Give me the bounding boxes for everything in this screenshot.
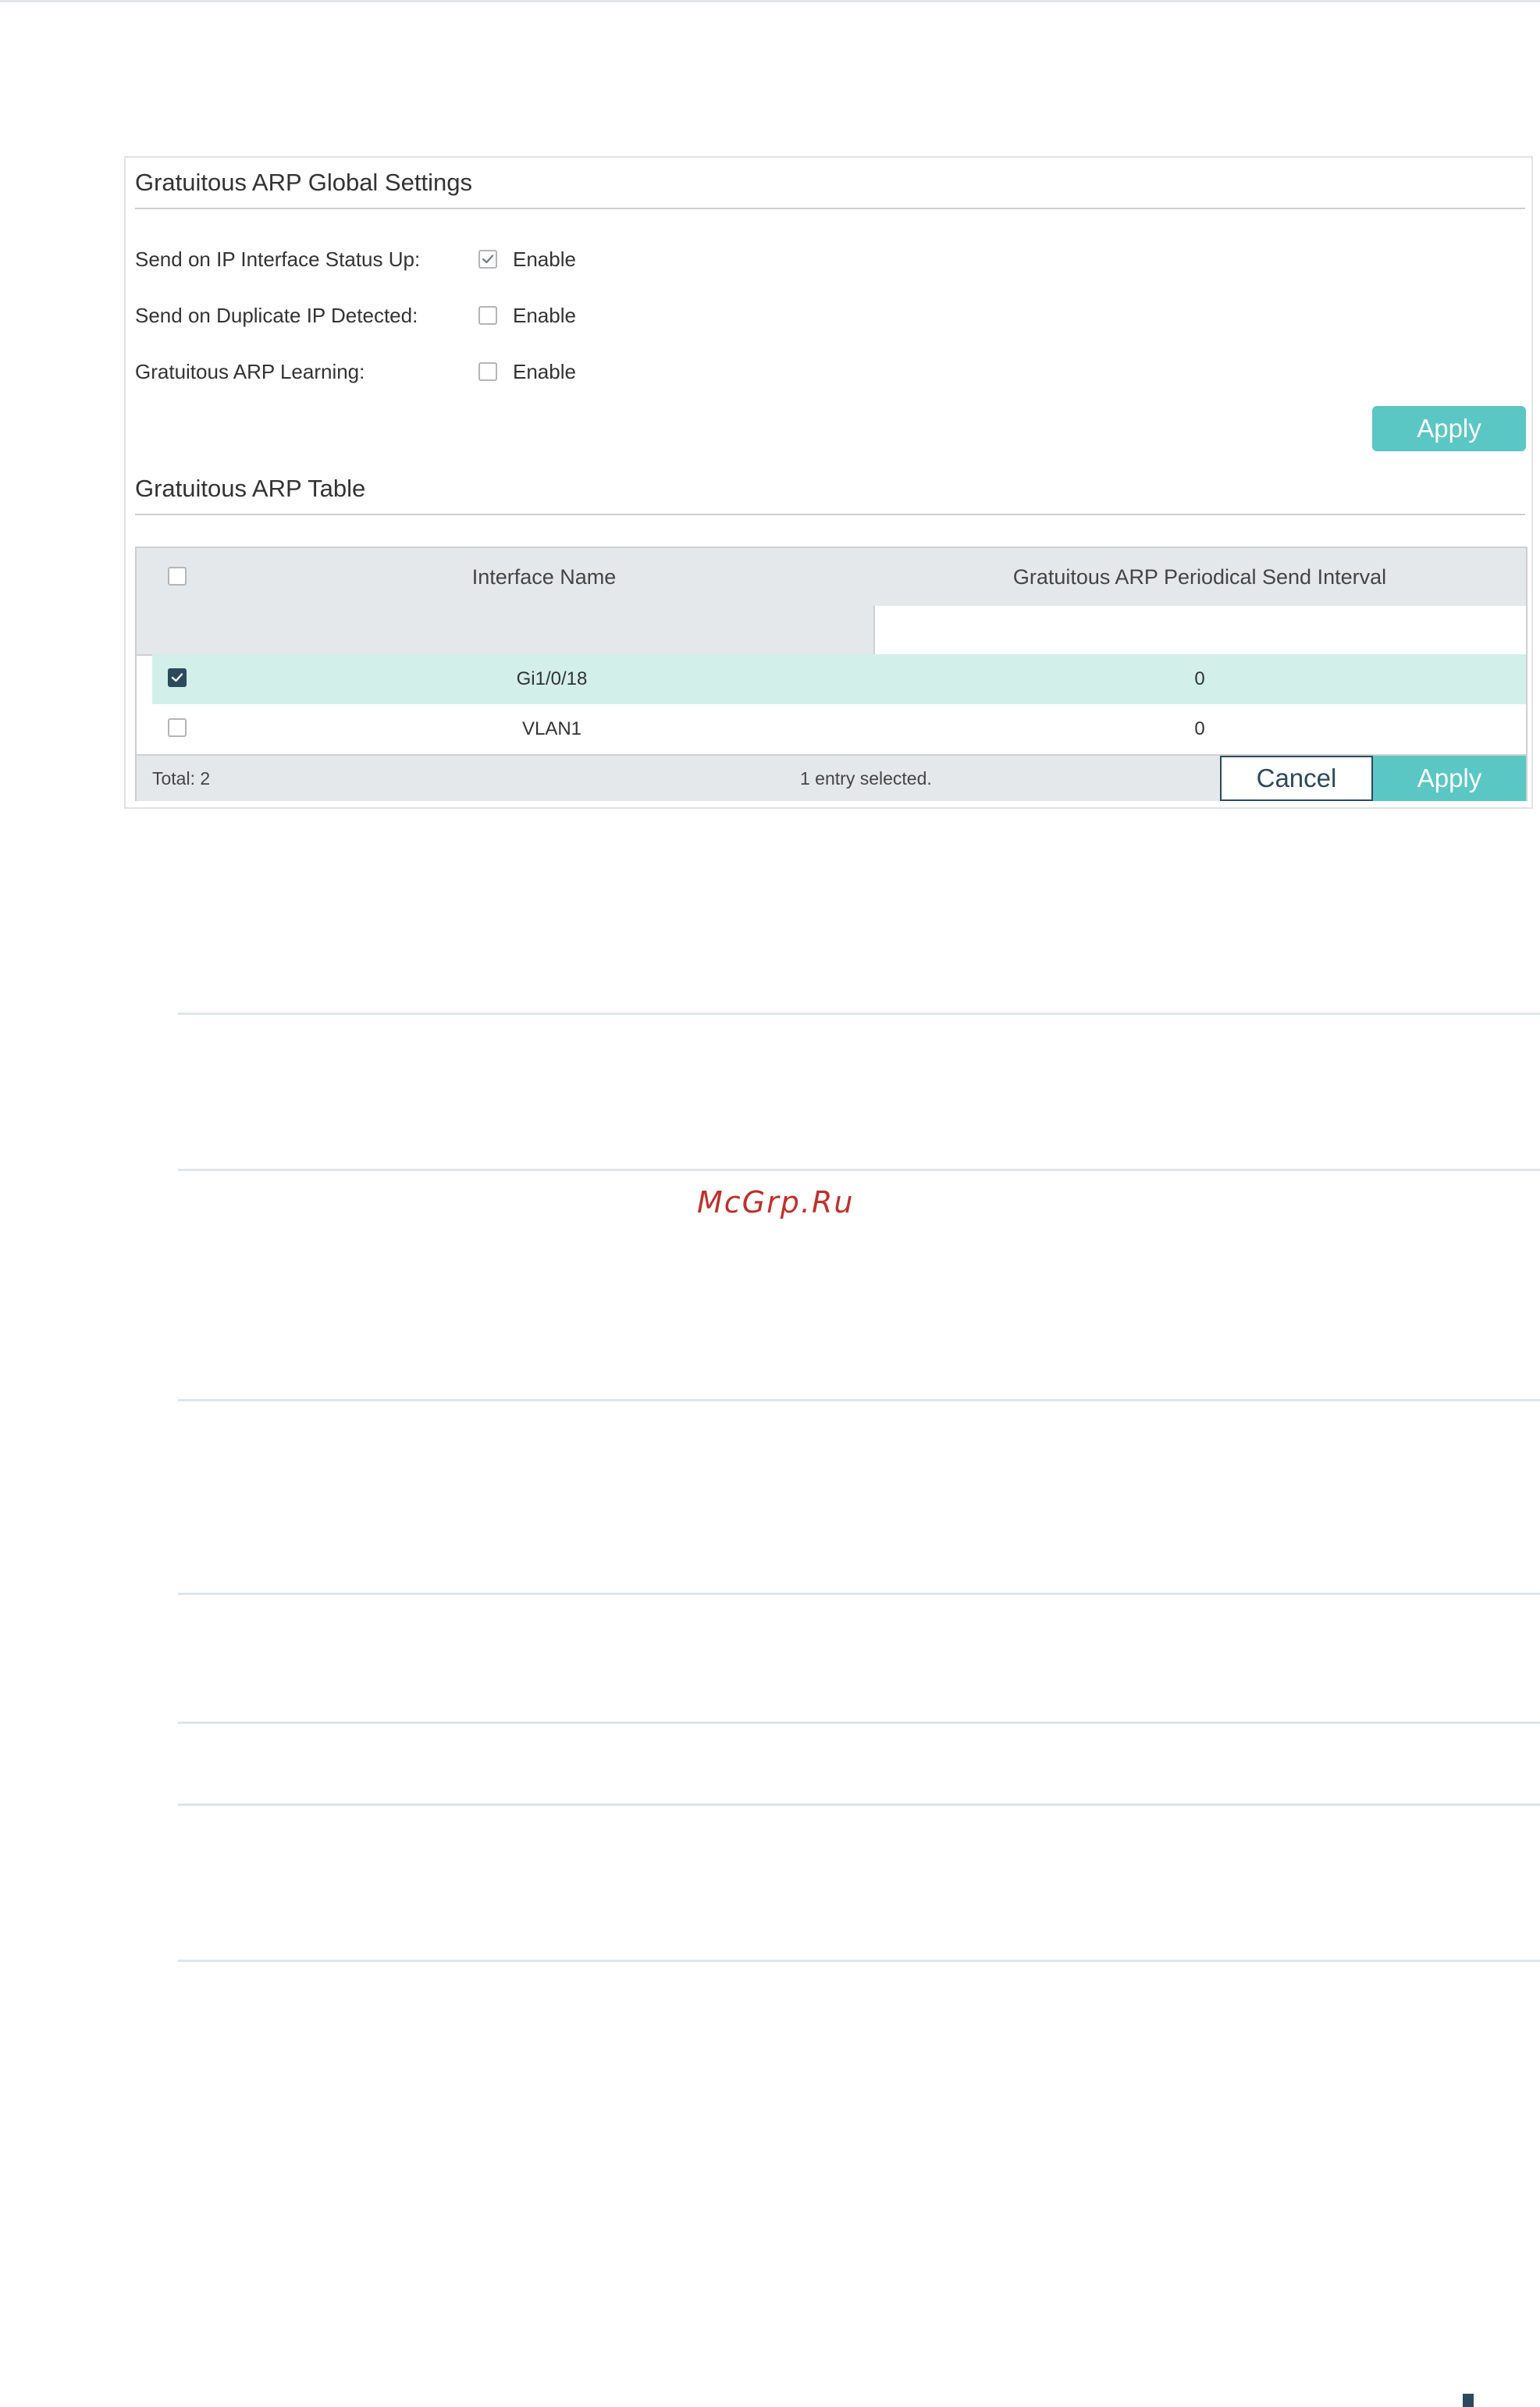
check-icon (482, 255, 494, 264)
global-settings-divider (135, 208, 1525, 209)
table-row[interactable]: Gi1/0/18 0 (152, 654, 1526, 704)
table-rule (178, 1803, 1540, 1806)
table-row[interactable]: VLAN1 0 (152, 704, 1526, 754)
send-interval-cell: 0 (1194, 718, 1205, 739)
setting-arp-learning: Gratuitous ARP Learning: Enable (135, 356, 681, 387)
send-on-duplicate-ip-checkbox[interactable] (478, 306, 497, 325)
column-interface-name[interactable]: Interface Name (137, 548, 951, 606)
selection-status: 1 entry selected. (800, 767, 932, 789)
table-cancel-button[interactable]: Cancel (1220, 756, 1373, 801)
watermark: McGrp.Ru (697, 1185, 855, 1220)
interface-name-cell: Gi1/0/18 (516, 668, 588, 689)
table-rule (178, 1013, 1540, 1015)
table-apply-button[interactable]: Apply (1373, 756, 1526, 801)
table-rule (178, 1399, 1540, 1401)
table-header: Interface Name Gratuitous ARP Periodical… (137, 548, 1526, 607)
page-corner-mark (1463, 2394, 1474, 2407)
enable-label: Enable (513, 359, 576, 383)
table-rule (178, 1960, 1540, 1962)
arp-table-divider (135, 514, 1525, 515)
setting-label: Send on IP Interface Status Up: (135, 247, 421, 271)
global-settings-title: Gratuitous ARP Global Settings (135, 169, 472, 196)
table-rule (178, 1593, 1540, 1595)
enable-label: Enable (513, 303, 576, 327)
table-footer: Total: 2 1 entry selected. Cancel Apply (137, 754, 1526, 801)
send-interval-input[interactable] (873, 606, 1526, 654)
send-interval-cell: 0 (1194, 668, 1205, 689)
table-edit-row (137, 606, 1526, 656)
setting-label: Gratuitous ARP Learning: (135, 359, 365, 383)
setting-send-on-duplicate-ip: Send on Duplicate IP Detected: Enable (135, 300, 681, 331)
send-on-ip-up-checkbox[interactable] (478, 250, 497, 269)
gratuitous-arp-table: Interface Name Gratuitous ARP Periodical… (135, 547, 1528, 801)
setting-label: Send on Duplicate IP Detected: (135, 303, 418, 327)
column-send-interval[interactable]: Gratuitous ARP Periodical Send Interval (873, 548, 1526, 606)
enable-label: Enable (513, 247, 576, 271)
arp-learning-checkbox[interactable] (478, 362, 497, 381)
global-settings-apply-button[interactable]: Apply (1372, 406, 1526, 451)
setting-send-on-ip-up: Send on IP Interface Status Up: Enable (135, 244, 681, 275)
gratuitous-arp-panel: Gratuitous ARP Global Settings Send on I… (124, 156, 1533, 809)
table-rule (178, 1169, 1540, 1171)
table-rule (178, 1722, 1540, 1724)
top-divider (0, 0, 1540, 2)
total-count: Total: 2 (152, 767, 211, 789)
arp-table-title: Gratuitous ARP Table (135, 475, 366, 502)
interface-name-cell: VLAN1 (521, 718, 582, 739)
